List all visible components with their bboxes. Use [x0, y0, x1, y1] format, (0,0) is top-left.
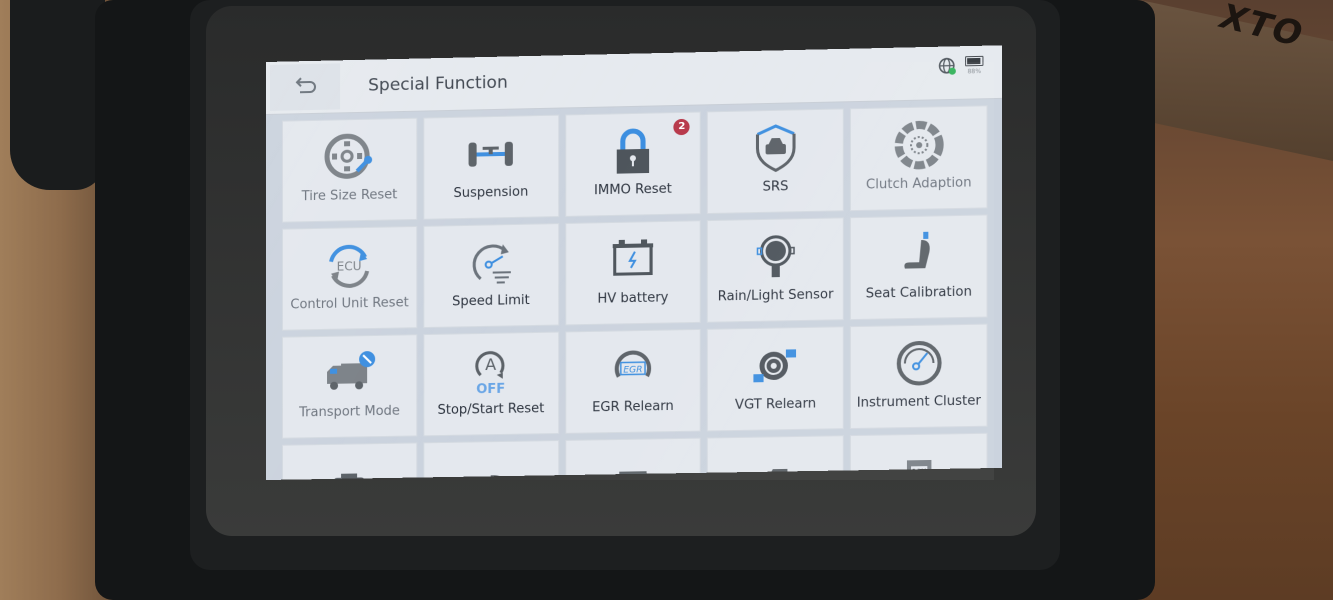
function-label: EGR Relearn [592, 398, 674, 416]
seat-icon [903, 231, 930, 269]
function-tile-vgt-relearn[interactable]: VGT Relearn [707, 326, 845, 432]
function-tile-seat-calibration[interactable]: Seat Calibration [850, 214, 988, 321]
carrying-strap [10, 0, 105, 190]
function-label: SRS [762, 179, 789, 195]
turbo-icon [753, 349, 796, 383]
tire-wrench-icon [324, 133, 372, 179]
function-tile-suspension[interactable]: Suspension [423, 114, 559, 220]
device-screen: Special Function 88% Tire Size Reset Sus… [266, 45, 1002, 480]
function-tile-transport-mode[interactable]: Transport Mode [282, 334, 418, 439]
function-label: Transport Mode [299, 403, 400, 421]
page-title: Special Function [368, 72, 508, 96]
function-tile-immo-reset[interactable]: 2 IMMO Reset [564, 111, 702, 217]
function-tile-speed-limit[interactable]: Speed Limit [423, 223, 559, 329]
padlock-icon [605, 124, 662, 174]
function-label: Stop/Start Reset [437, 401, 545, 419]
function-tile-hv-battery[interactable]: HV battery [564, 220, 702, 326]
function-tile-srs[interactable]: SRS [707, 108, 845, 215]
battery-icon [965, 55, 984, 67]
function-label: Seat Calibration [865, 284, 972, 302]
function-label: Control Unit Reset [290, 295, 409, 313]
function-label: VGT Relearn [734, 396, 817, 413]
function-label: Suspension [453, 184, 529, 202]
globe-connected-icon [939, 57, 957, 76]
speedometer-icon [463, 236, 519, 289]
clutch-disc-icon [890, 118, 947, 172]
svg-text:EGR: EGR [623, 365, 642, 375]
auto-stop-off-icon: A OFF [463, 344, 519, 397]
function-label: Instrument Cluster [856, 393, 981, 411]
function-label: Speed Limit [452, 292, 530, 310]
function-tile-rain-light-sensor[interactable]: Rain/Light Sensor [707, 217, 845, 323]
function-tile-instrument-cluster[interactable]: Instrument Cluster [850, 323, 988, 430]
function-tile-stop-start-reset[interactable]: A OFF Stop/Start Reset [423, 331, 559, 437]
engine-cover-icon [333, 472, 365, 480]
suspension-axle-icon [468, 141, 514, 167]
battery-indicator: 88% [965, 55, 984, 76]
ecu-refresh-icon: ECU [329, 244, 369, 288]
function-label: Clutch Adaption [866, 175, 972, 193]
back-arrow-icon [295, 77, 316, 94]
function-tile-tire-size-reset[interactable]: Tire Size Reset [282, 117, 418, 223]
headlight-icon [476, 475, 508, 480]
shield-car-icon [747, 121, 804, 175]
egr-icon: EGR [605, 342, 662, 395]
function-tile-headlight[interactable] [423, 440, 559, 480]
back-button[interactable] [269, 63, 341, 111]
svg-text:A: A [485, 355, 496, 374]
truck-icon [327, 350, 375, 390]
svg-text:ECU: ECU [337, 259, 362, 274]
battery-bolt-icon [605, 233, 662, 286]
function-label: Rain/Light Sensor [717, 287, 834, 305]
sensor-icon [747, 230, 804, 278]
notification-badge: 2 [673, 118, 690, 136]
gauge-icon [890, 336, 947, 390]
function-tile-clutch-adaption[interactable]: Clutch Adaption [850, 105, 988, 212]
function-tile-engine-cover[interactable] [282, 442, 418, 480]
battery-text: 88% [967, 68, 982, 76]
function-grid: Tire Size Reset Suspension 2 IMMO Reset [266, 99, 1002, 480]
function-label: IMMO Reset [594, 181, 672, 199]
function-tile-control-unit-reset[interactable]: ECU Control Unit Reset [282, 225, 418, 331]
function-label: Tire Size Reset [301, 187, 398, 205]
svg-text:OFF: OFF [476, 382, 505, 398]
function-label: HV battery [597, 290, 669, 307]
function-tile-egr-relearn[interactable]: EGR EGR Relearn [564, 328, 702, 434]
status-bar: 88% [939, 56, 984, 76]
